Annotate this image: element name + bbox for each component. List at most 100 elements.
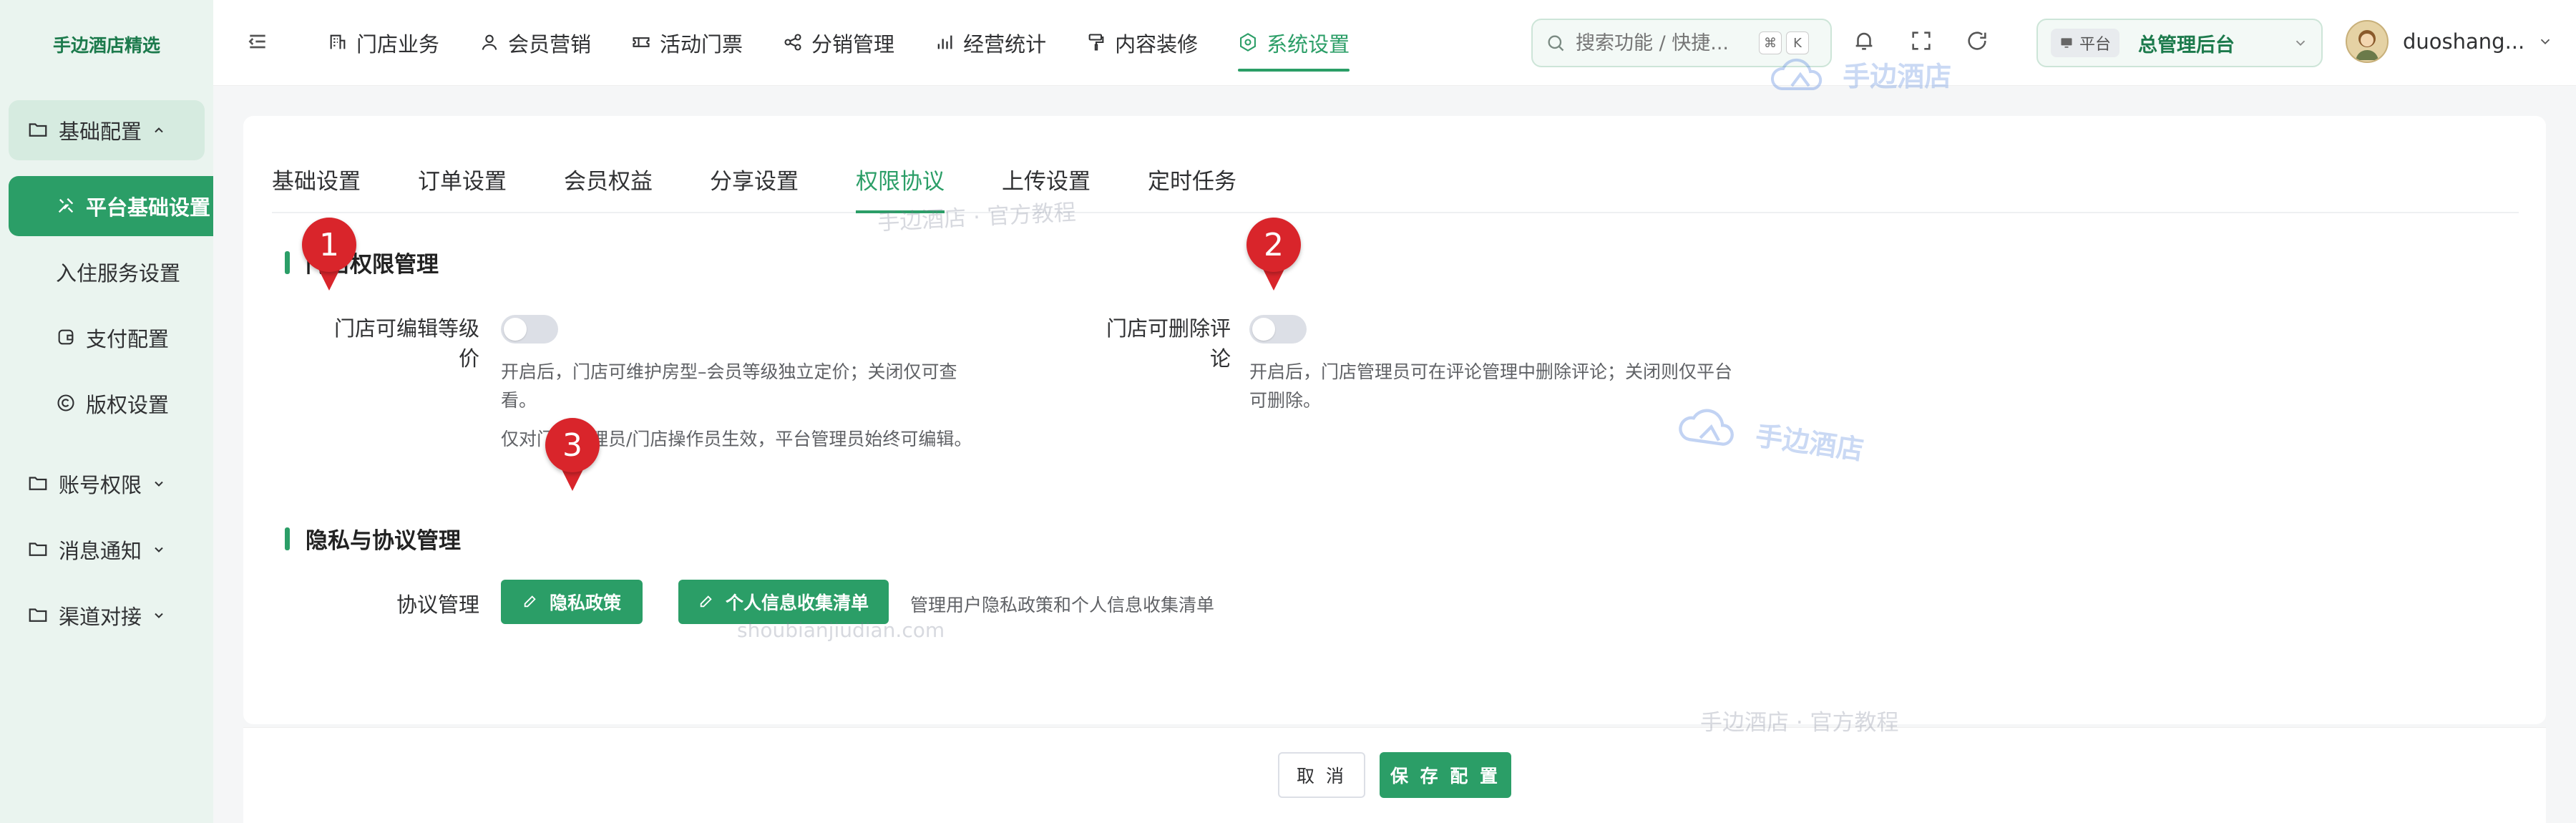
role-name: 总管理后台 — [2138, 34, 2235, 57]
role-badge-label: 平台 — [2079, 36, 2112, 54]
sidebar-group-account[interactable]: 账号权限 — [9, 454, 205, 514]
sidebar-group-channel[interactable]: 渠道对接 — [9, 585, 205, 646]
search-box[interactable]: ⌘ K — [1531, 19, 1832, 67]
sidebar-item-checkin-service[interactable]: 入住服务设置 — [9, 242, 213, 302]
paint-roller-icon — [1086, 32, 1108, 54]
save-config-button[interactable]: 保 存 配 置 — [1380, 752, 1511, 798]
tab-order[interactable]: 订单设置 — [418, 159, 507, 213]
delete-review-label: 门店可删除评论 — [1106, 316, 1231, 371]
marker-number: 1 — [302, 218, 356, 272]
sidebar-group-label: 消息通知 — [59, 539, 142, 563]
edit-icon — [522, 593, 540, 610]
app-logo: 手边酒店精选 — [52, 35, 160, 56]
folder-icon — [27, 472, 50, 495]
sidebar-item-label: 版权设置 — [86, 393, 170, 417]
user-menu[interactable]: duoshang... — [2346, 20, 2553, 63]
chevron-down-icon — [2293, 35, 2308, 51]
kbd-k: K — [1786, 31, 1809, 54]
tab-basic[interactable]: 基础设置 — [272, 159, 361, 213]
sidebar-group-label: 账号权限 — [59, 473, 142, 497]
nav-system-settings[interactable]: 系统设置 — [1238, 0, 1350, 86]
sidebar-item-platform-basic[interactable]: 平台基础设置 — [9, 176, 213, 236]
agreement-hint: 管理用户隐私政策和个人信息收集清单 — [910, 595, 1215, 615]
marker-number: 2 — [1246, 218, 1301, 272]
folder-icon — [27, 604, 50, 627]
tab-share[interactable]: 分享设置 — [710, 159, 799, 213]
nav-label: 经营统计 — [963, 32, 1047, 57]
search-icon — [1546, 33, 1566, 53]
sidebar-group-label: 渠道对接 — [59, 605, 142, 629]
nav-store-business[interactable]: 门店业务 — [328, 0, 439, 86]
chevron-down-icon — [152, 477, 166, 491]
desc-line: 开启后，门店管理员可在评论管理中删除评论；关闭则仅平台 — [1249, 361, 1733, 382]
monitor-icon — [2059, 36, 2074, 50]
desc-line: 开启后，门店可维护房型–会员等级独立定价；关闭仅可查 — [501, 361, 957, 382]
marker-number: 3 — [545, 418, 600, 472]
nav-label: 内容装修 — [1115, 32, 1199, 57]
footer-bar: 取 消 保 存 配 置 — [243, 727, 2546, 823]
top-bar: 门店业务 会员营销 活动门票 分销管理 经营统计 内容装修 系统设置 ⌘ — [213, 0, 2576, 86]
role-badge: 平台 — [2051, 29, 2120, 57]
personal-info-list-button[interactable]: 个人信息收集清单 — [678, 580, 889, 624]
sidebar-group-notify[interactable]: 消息通知 — [9, 520, 205, 580]
bell-icon[interactable] — [1852, 29, 1879, 56]
settings-tabs: 基础设置 订单设置 会员权益 分享设置 权限协议 上传设置 定时任务 — [272, 159, 2519, 213]
folder-icon — [27, 538, 50, 561]
sidebar-item-label: 平台基础设置 — [86, 195, 211, 220]
main-nav: 门店业务 会员营销 活动门票 分销管理 经营统计 内容装修 系统设置 — [328, 0, 1390, 86]
bar-chart-icon — [935, 32, 956, 54]
nav-activity-tickets[interactable]: 活动门票 — [631, 0, 743, 86]
button-label: 个人信息收集清单 — [725, 593, 869, 613]
nav-member-marketing[interactable]: 会员营销 — [479, 0, 591, 86]
nav-label: 分销管理 — [811, 32, 895, 57]
user-icon — [479, 32, 501, 54]
building-icon — [328, 32, 349, 54]
privacy-policy-button[interactable]: 隐私政策 — [501, 580, 643, 624]
desc-line: 看。 — [501, 390, 537, 411]
search-input[interactable] — [1576, 31, 1755, 54]
edit-level-price-switch[interactable] — [501, 315, 558, 344]
fullscreen-icon[interactable] — [1909, 29, 1936, 56]
tools-icon — [56, 195, 77, 217]
delete-review-desc: 开启后，门店管理员可在评论管理中删除评论；关闭则仅平台 可删除。 — [1249, 358, 1779, 415]
sidebar-group-basic-config[interactable]: 基础配置 — [9, 100, 205, 160]
cancel-button[interactable]: 取 消 — [1278, 752, 1365, 798]
nav-label: 门店业务 — [356, 32, 440, 57]
folder-icon — [27, 119, 50, 142]
agreement-label: 协议管理 — [396, 593, 479, 617]
annotation-marker-1: 1 — [302, 218, 356, 293]
avatar — [2346, 20, 2389, 63]
delete-review-switch[interactable] — [1249, 315, 1307, 344]
nav-content-decoration[interactable]: 内容装修 — [1086, 0, 1198, 86]
tab-permission-agreement[interactable]: 权限协议 — [856, 159, 945, 213]
sidebar-item-payment[interactable]: 支付配置 — [9, 308, 213, 368]
chevron-down-icon — [2537, 34, 2553, 49]
annotation-marker-3: 3 — [545, 418, 600, 494]
wallet-icon — [56, 327, 77, 349]
sidebar: 手边酒店精选 基础配置 平台基础设置 入住服务设置 支付配置 版权设置 账号权限… — [0, 0, 213, 823]
nav-statistics[interactable]: 经营统计 — [935, 0, 1046, 86]
refresh-icon[interactable] — [1965, 29, 1992, 56]
nav-label: 活动门票 — [660, 32, 743, 57]
nav-label: 系统设置 — [1267, 32, 1350, 57]
edit-level-price-label: 门店可编辑等级价 — [333, 316, 479, 371]
gear-icon — [1238, 32, 1259, 54]
sidebar-item-label: 入住服务设置 — [56, 261, 181, 286]
nav-label: 会员营销 — [508, 32, 592, 57]
tab-scheduled-tasks[interactable]: 定时任务 — [1148, 159, 1236, 213]
nav-distribution[interactable]: 分销管理 — [783, 0, 894, 86]
edit-level-price-desc: 开启后，门店可维护房型–会员等级独立定价；关闭仅可查 看。 — [501, 358, 1002, 415]
collapse-menu-icon[interactable] — [246, 30, 270, 54]
copyright-icon — [56, 393, 77, 414]
role-switcher[interactable]: 平台 总管理后台 — [2036, 19, 2323, 67]
tab-member-rights[interactable]: 会员权益 — [564, 159, 653, 213]
sidebar-item-copyright[interactable]: 版权设置 — [9, 374, 213, 434]
tab-upload[interactable]: 上传设置 — [1002, 159, 1091, 213]
share-icon — [783, 32, 804, 54]
annotation-marker-2: 2 — [1246, 218, 1301, 293]
sidebar-item-label: 支付配置 — [86, 327, 170, 351]
ticket-icon — [631, 32, 653, 54]
kbd-cmd: ⌘ — [1759, 31, 1782, 54]
chevron-down-icon — [152, 542, 166, 557]
edit-icon — [698, 593, 716, 610]
